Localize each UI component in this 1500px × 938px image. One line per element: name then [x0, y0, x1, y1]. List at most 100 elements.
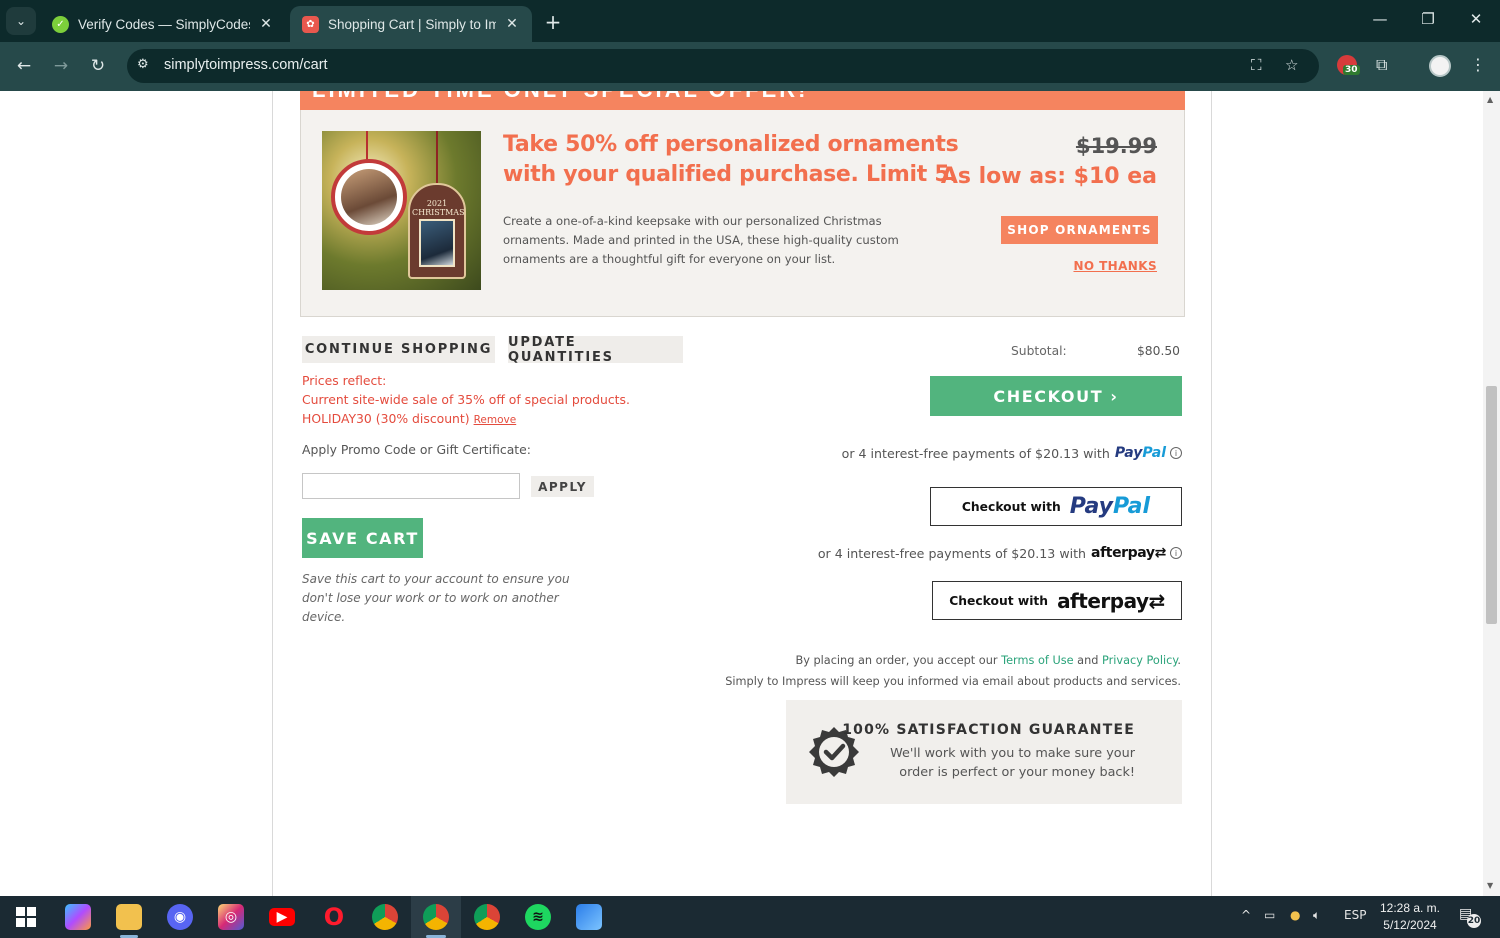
- input-language[interactable]: ESP: [1344, 908, 1366, 922]
- prices-reflect-label: Prices reflect:: [302, 373, 387, 388]
- clock-time: 12:28 a. m.: [1379, 901, 1441, 915]
- windows-start-icon[interactable]: [13, 904, 39, 930]
- show-hidden-icons-chevron-icon[interactable]: ^: [1241, 908, 1251, 922]
- translate-icon[interactable]: ⛶: [1251, 56, 1262, 74]
- checkout-with-afterpay-button[interactable]: Checkout with afterpay⇄: [932, 581, 1182, 620]
- page-viewport: LIMITED TIME ONLY SPECIAL OFFER! 2021CHR…: [0, 91, 1483, 896]
- shop-ornaments-button[interactable]: SHOP ORNAMENTS: [1001, 216, 1158, 244]
- instagram-icon[interactable]: ◎: [218, 904, 244, 930]
- restore-window-icon[interactable]: ❐: [1416, 10, 1440, 28]
- tab-shopping-cart[interactable]: ✿ Shopping Cart | Simply to Impress ✕: [290, 6, 532, 42]
- security-shield-icon[interactable]: ●: [1290, 908, 1300, 922]
- url-text[interactable]: simplytoimpress.com/cart: [164, 57, 328, 73]
- forward-arrow-icon[interactable]: →: [49, 54, 73, 78]
- scrollbar-thumb[interactable]: [1486, 386, 1497, 624]
- ornament-ribbon: [366, 131, 368, 161]
- update-quantities-button[interactable]: UPDATE QUANTITIES: [508, 335, 683, 365]
- volume-icon[interactable]: 🔈︎: [1313, 908, 1320, 923]
- checkout-with-label: Checkout with: [961, 499, 1061, 514]
- notification-center-icon[interactable]: ▤ 20: [1459, 906, 1481, 928]
- paypal-logo: PayPal: [1070, 494, 1150, 519]
- scroll-down-arrow-icon[interactable]: ▼: [1487, 881, 1493, 890]
- back-arrow-icon[interactable]: ←: [12, 54, 36, 78]
- promo-code-input[interactable]: [302, 473, 520, 499]
- terms-notice: By placing an order, you accept our Term…: [681, 650, 1181, 692]
- afterpay-logo: afterpay⇄: [1057, 588, 1165, 613]
- content-border-left: [272, 91, 273, 896]
- scroll-up-arrow-icon[interactable]: ▲: [1487, 95, 1493, 104]
- browser-tab-bar: ⌄ ✓ Verify Codes — SimplyCodes ✕ ✿ Shopp…: [0, 0, 1500, 42]
- address-bar[interactable]: ⚙ simplytoimpress.com/cart ⛶ ☆: [127, 49, 1319, 83]
- simplycodes-extension-icon[interactable]: 30: [1337, 55, 1360, 75]
- afterpay-logo-text: afterpay: [1091, 545, 1155, 561]
- family-photo: [419, 219, 455, 267]
- opera-icon[interactable]: O: [321, 903, 347, 931]
- promo-code-label: Apply Promo Code or Gift Certificate:: [302, 442, 531, 457]
- tag-ornament: 2021 CHRISTMAS: [408, 183, 466, 279]
- discord-icon[interactable]: ◉: [167, 904, 193, 930]
- continue-shopping-button[interactable]: CONTINUE SHOPPING: [302, 336, 495, 363]
- privacy-policy-link[interactable]: Privacy Policy: [1102, 654, 1177, 667]
- tab-verify-codes[interactable]: ✓ Verify Codes — SimplyCodes ✕: [40, 6, 286, 42]
- copilot-icon[interactable]: [65, 904, 91, 930]
- guarantee-text: We'll work with you to make sure your or…: [890, 746, 1135, 780]
- extensions-puzzle-icon[interactable]: ⧉: [1376, 55, 1387, 75]
- ornament-photo: 2021 CHRISTMAS: [322, 131, 481, 290]
- tab-search-button[interactable]: ⌄: [6, 7, 36, 35]
- content-border-right: [1211, 91, 1212, 896]
- family-photo: [341, 169, 397, 225]
- spotify-icon[interactable]: ≋: [525, 904, 551, 930]
- chrome-second-profile-icon[interactable]: [474, 904, 500, 930]
- system-clock[interactable]: 12:28 a. m. 5/12/2024: [1375, 900, 1445, 934]
- bookmark-star-icon[interactable]: ☆: [1285, 56, 1298, 74]
- terms-of-use-link[interactable]: Terms of Use: [1001, 654, 1073, 667]
- afterpay-logo-text: afterpay: [1057, 588, 1149, 613]
- profile-avatar[interactable]: [1429, 55, 1451, 77]
- checkout-button[interactable]: CHECKOUT ›: [930, 376, 1182, 416]
- subtotal-value: $80.50: [1136, 344, 1180, 358]
- ornament-year: 2021: [426, 199, 448, 208]
- paypal-logo-pal: Pal: [1142, 445, 1166, 461]
- chevron-down-icon: ⌄: [15, 14, 27, 28]
- photos-icon[interactable]: [576, 904, 602, 930]
- windows-logo-icon: [16, 907, 36, 927]
- chrome-active-icon[interactable]: [423, 904, 449, 930]
- chrome-profile-icon[interactable]: [372, 904, 398, 930]
- reload-icon[interactable]: ↻: [86, 54, 110, 78]
- site-settings-icon[interactable]: ⚙: [137, 57, 149, 72]
- paypal-logo: PayPal: [1115, 445, 1166, 461]
- terms-and: and: [1077, 654, 1099, 667]
- file-explorer-icon[interactable]: [116, 904, 142, 930]
- youtube-icon[interactable]: ▶: [269, 908, 295, 926]
- close-window-icon[interactable]: ✕: [1464, 10, 1488, 28]
- simply-to-impress-favicon-icon: ✿: [302, 15, 319, 33]
- paypal-logo-pay: Pay: [1114, 445, 1143, 461]
- apply-promo-button[interactable]: APPLY: [531, 476, 594, 497]
- info-icon[interactable]: i: [1170, 547, 1182, 559]
- save-cart-note: Save this cart to your account to ensure…: [302, 572, 570, 624]
- afterpay-logo: afterpay⇄: [1091, 545, 1166, 561]
- promo-description: Create a one-of-a-kind keepsake with our…: [503, 214, 899, 266]
- close-tab-icon[interactable]: ✕: [504, 16, 520, 32]
- ornament-tag-text: 2021 CHRISTMAS: [412, 199, 465, 217]
- network-icon[interactable]: ▭: [1264, 908, 1275, 922]
- promo-headline: Take 50% off personalized ornaments with…: [503, 132, 959, 187]
- afterpay-installments-text: or 4 interest-free payments of $20.13 wi…: [817, 545, 1087, 561]
- no-thanks-link[interactable]: NO THANKS: [1073, 259, 1157, 273]
- new-tab-plus-icon[interactable]: +: [541, 10, 565, 34]
- remove-code-link[interactable]: Remove: [474, 414, 517, 426]
- simplycodes-favicon-icon: ✓: [52, 15, 69, 33]
- close-tab-icon[interactable]: ✕: [258, 16, 274, 32]
- satisfaction-guarantee-box: 100% SATISFACTION GUARANTEE We'll work w…: [786, 700, 1182, 804]
- paypal-logo-pay: Pay: [1069, 494, 1113, 519]
- promo-banner-header: LIMITED TIME ONLY SPECIAL OFFER!: [300, 91, 1185, 110]
- ornament-ribbon: [436, 131, 438, 185]
- checkout-with-paypal-button[interactable]: Checkout with PayPal: [930, 487, 1182, 526]
- minimize-window-icon[interactable]: —: [1368, 10, 1392, 28]
- browser-menu-icon[interactable]: ⋮: [1470, 55, 1486, 74]
- save-cart-button[interactable]: SAVE CART: [302, 518, 423, 558]
- info-icon[interactable]: i: [1170, 447, 1182, 459]
- page-scrollbar[interactable]: ▲ ▼: [1483, 91, 1500, 896]
- prices-reflect-note: Prices reflect: Current site-wide sale o…: [302, 371, 702, 430]
- ornament-christmas-text: CHRISTMAS: [412, 208, 465, 217]
